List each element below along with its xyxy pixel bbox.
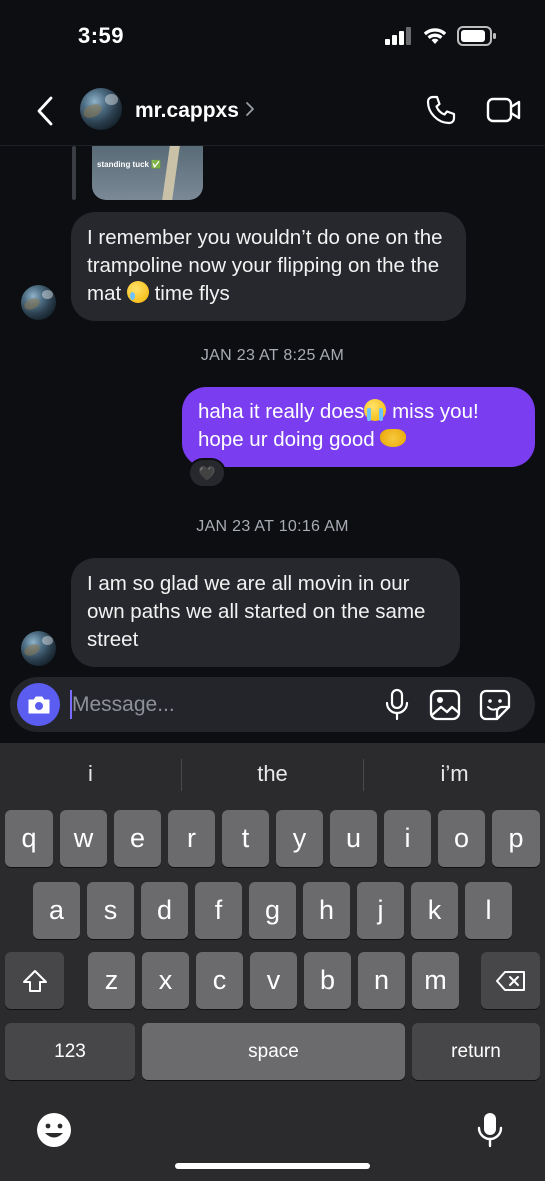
video-call-button[interactable] <box>486 94 522 126</box>
key-k[interactable]: k <box>411 882 458 939</box>
key-d[interactable]: d <box>141 882 188 939</box>
contact-avatar[interactable] <box>80 88 122 130</box>
key-u[interactable]: u <box>330 810 377 867</box>
battery-icon <box>457 26 496 46</box>
chevron-right-icon[interactable] <box>244 99 256 119</box>
predictive-suggestions: i the i’m <box>0 743 545 805</box>
key-t[interactable]: t <box>222 810 269 867</box>
incoming-message-bubble[interactable]: I am so glad we are all movin in our own… <box>71 558 460 667</box>
key-x[interactable]: x <box>142 952 189 1009</box>
video-camera-icon <box>486 97 521 123</box>
key-a[interactable]: a <box>33 882 80 939</box>
camera-icon <box>28 696 49 713</box>
reply-indicator-bar <box>72 146 76 200</box>
message-input[interactable] <box>72 685 372 725</box>
suggestion-2[interactable]: the <box>182 761 363 787</box>
key-m[interactable]: m <box>412 952 459 1009</box>
key-h[interactable]: h <box>303 882 350 939</box>
key-p[interactable]: p <box>492 810 540 867</box>
microphone-icon <box>385 688 409 721</box>
key-i[interactable]: i <box>384 810 431 867</box>
space-key[interactable]: space <box>142 1023 405 1080</box>
backspace-icon <box>495 970 525 991</box>
key-q[interactable]: q <box>5 810 53 867</box>
gallery-button[interactable] <box>428 688 462 722</box>
home-indicator[interactable] <box>175 1163 370 1169</box>
shift-key[interactable] <box>5 952 64 1009</box>
image-gallery-icon <box>429 689 461 721</box>
suggestion-3[interactable]: i’m <box>364 761 545 787</box>
shift-arrow-icon <box>22 969 47 992</box>
voice-call-button[interactable] <box>425 94 457 126</box>
key-r[interactable]: r <box>168 810 215 867</box>
voice-message-button[interactable] <box>382 688 412 722</box>
wifi-icon <box>423 28 447 44</box>
message-text: haha it really does <box>198 400 365 423</box>
back-chevron-icon <box>37 96 53 126</box>
sticker-icon <box>479 689 511 721</box>
contact-username[interactable]: mr.cappxs <box>135 99 239 123</box>
thumbnail-stripe <box>162 146 180 200</box>
message-composer <box>10 677 535 732</box>
emoji-keyboard-icon[interactable] <box>35 1111 73 1149</box>
key-f[interactable]: f <box>195 882 242 939</box>
incoming-message-bubble[interactable]: I remember you wouldn’t do one on the tr… <box>71 212 466 321</box>
sender-avatar[interactable] <box>21 285 56 320</box>
key-g[interactable]: g <box>249 882 296 939</box>
status-time: 3:59 <box>78 23 125 48</box>
numbers-key[interactable]: 123 <box>5 1023 135 1080</box>
message-timestamp: JAN 23 AT 8:25 AM <box>200 347 345 364</box>
sender-avatar[interactable] <box>21 631 56 666</box>
return-key[interactable]: return <box>412 1023 540 1080</box>
key-v[interactable]: v <box>250 952 297 1009</box>
keyboard: i the i’m q w e r t y u i o p a s d f g … <box>0 743 545 1181</box>
back-button[interactable] <box>28 94 62 128</box>
key-j[interactable]: j <box>357 882 404 939</box>
outgoing-message-bubble[interactable]: haha it really does miss you! hope ur do… <box>182 387 535 467</box>
message-reaction[interactable]: 🖤 <box>188 458 226 488</box>
phone-icon <box>426 95 456 125</box>
key-c[interactable]: c <box>196 952 243 1009</box>
key-b[interactable]: b <box>304 952 351 1009</box>
key-o[interactable]: o <box>438 810 485 867</box>
status-bar: 3:59 <box>0 0 545 72</box>
suggestion-1[interactable]: i <box>0 761 181 787</box>
shared-post-thumbnail[interactable]: standing tuck ✅ <box>92 146 203 200</box>
shared-post-caption: standing tuck ✅ <box>97 160 162 169</box>
delete-key[interactable] <box>481 952 540 1009</box>
key-y[interactable]: y <box>276 810 323 867</box>
sticker-button[interactable] <box>478 688 512 722</box>
message-text: I am so glad we are all movin in our own… <box>87 572 426 651</box>
key-s[interactable]: s <box>87 882 134 939</box>
message-text-tail: time flys <box>148 282 230 305</box>
message-timestamp: JAN 23 AT 10:16 AM <box>196 518 349 535</box>
crying-face-emoji-icon <box>126 281 149 303</box>
camera-button[interactable] <box>17 683 60 726</box>
cellular-signal-icon <box>385 27 411 45</box>
dictation-microphone-icon[interactable] <box>476 1111 504 1149</box>
key-e[interactable]: e <box>114 810 161 867</box>
key-w[interactable]: w <box>60 810 107 867</box>
key-n[interactable]: n <box>358 952 405 1009</box>
chat-header: mr.cappxs <box>0 72 545 146</box>
heart-hands-emoji-icon <box>380 429 407 447</box>
status-icons <box>385 26 497 46</box>
key-z[interactable]: z <box>88 952 135 1009</box>
loudly-crying-face-emoji-icon <box>364 399 387 421</box>
key-l[interactable]: l <box>465 882 512 939</box>
